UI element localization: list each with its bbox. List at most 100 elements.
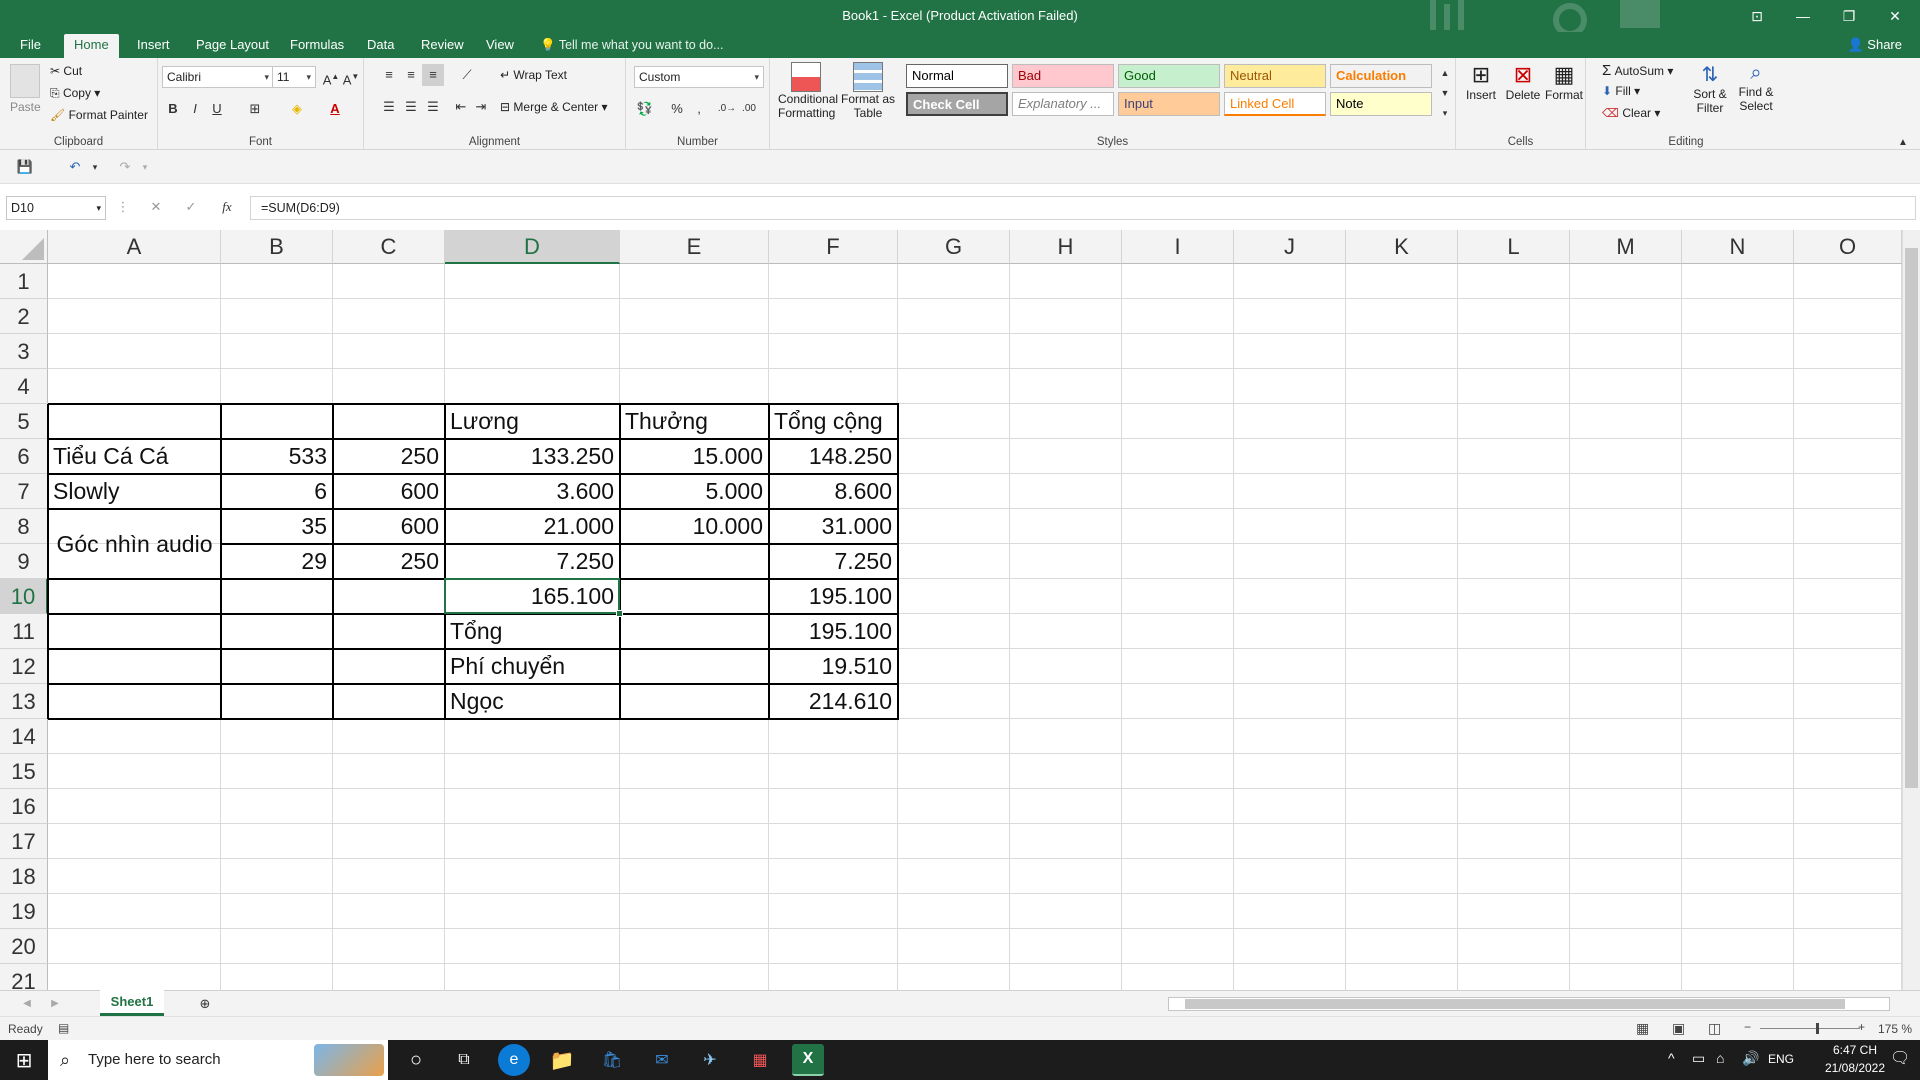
network-icon[interactable]: ⌂ — [1716, 1050, 1724, 1066]
confirm-entry-icon[interactable]: ✓ — [180, 196, 202, 218]
row-header-3[interactable]: 3 — [0, 334, 48, 369]
cell-a6[interactable]: Tiểu Cá Cá — [48, 439, 221, 474]
number-format-select[interactable]: Custom ▾ — [634, 66, 764, 88]
align-center-icon[interactable]: ☰ — [400, 96, 422, 118]
wrap-text-button[interactable]: ↵ Wrap Text — [500, 68, 567, 82]
row-header-13[interactable]: 13 — [0, 684, 48, 719]
fill-handle[interactable] — [616, 610, 623, 617]
style-explanatory[interactable]: Explanatory ... — [1012, 92, 1114, 116]
style-bad[interactable]: Bad — [1012, 64, 1114, 88]
row-header-9[interactable]: 9 — [0, 544, 48, 579]
decrease-indent-icon[interactable]: ⇤ — [450, 96, 472, 118]
zoom-slider[interactable] — [1760, 1023, 1860, 1034]
cell-d10[interactable]: 165.100 — [445, 579, 620, 614]
windows-start-icon[interactable]: ⊞ — [8, 1044, 40, 1076]
excel-taskbar-icon[interactable]: X — [792, 1044, 824, 1076]
insert-cells-button[interactable]: ⊞ Insert — [1462, 62, 1500, 102]
style-normal[interactable]: Normal — [906, 64, 1008, 88]
column-header-c[interactable]: C — [333, 230, 445, 264]
cell-f12[interactable]: 19.510 — [769, 649, 898, 684]
cell-c6[interactable]: 250 — [333, 439, 445, 474]
column-header-h[interactable]: H — [1010, 230, 1122, 264]
column-header-i[interactable]: I — [1122, 230, 1234, 264]
row-header-15[interactable]: 15 — [0, 754, 48, 789]
font-name-select[interactable]: Calibri ▾ — [162, 66, 274, 88]
cell-e8[interactable]: 10.000 — [620, 509, 769, 544]
tell-me-search[interactable]: 💡 Tell me what you want to do... — [540, 34, 724, 58]
redo-icon[interactable]: ↷ — [114, 156, 136, 178]
align-right-icon[interactable]: ☰ — [422, 96, 444, 118]
decrease-decimal-icon[interactable]: .00 — [738, 98, 760, 120]
tab-data[interactable]: Data — [357, 34, 404, 58]
font-size-select[interactable]: 11 ▾ — [272, 66, 316, 88]
edge-icon[interactable]: e — [498, 1044, 530, 1076]
comma-button[interactable]: , — [688, 98, 710, 120]
formula-input[interactable]: =SUM(D6:D9) — [250, 196, 1916, 220]
row-header-20[interactable]: 20 — [0, 929, 48, 964]
notifications-icon[interactable]: 🗨 — [1890, 1048, 1910, 1068]
gallery-more-icon[interactable]: ▾ — [1434, 102, 1456, 124]
scroll-sheets-right-icon[interactable]: ▶ — [44, 993, 66, 1015]
find-select-button[interactable]: ⌕ Find & Select — [1734, 62, 1778, 113]
zoom-slider-thumb[interactable] — [1816, 1023, 1819, 1034]
row-header-19[interactable]: 19 — [0, 894, 48, 929]
tab-home[interactable]: Home — [64, 34, 119, 58]
cancel-entry-icon[interactable]: ✕ — [145, 196, 167, 218]
cell-b7[interactable]: 6 — [221, 474, 333, 509]
clipboard-icon[interactable] — [10, 64, 40, 98]
copy-button[interactable]: ⎘ Copy ▾ — [50, 86, 100, 101]
cell-b9[interactable]: 29 — [221, 544, 333, 579]
undo-dropdown-icon[interactable]: ▾ — [84, 156, 106, 178]
format-cells-button[interactable]: ▦ Format — [1544, 62, 1584, 102]
cut-button[interactable]: ✂ Cut — [50, 64, 82, 78]
cortana-icon[interactable]: ○ — [400, 1044, 432, 1076]
tab-review[interactable]: Review — [411, 34, 474, 58]
cell-d8[interactable]: 21.000 — [445, 509, 620, 544]
italic-button[interactable]: I — [184, 98, 206, 120]
name-box[interactable]: D10 ▾ — [6, 196, 106, 220]
row-header-2[interactable]: 2 — [0, 299, 48, 334]
cell-b6[interactable]: 533 — [221, 439, 333, 474]
share-button[interactable]: 👤 Share — [1847, 34, 1902, 58]
cell-b8[interactable]: 35 — [221, 509, 333, 544]
media-app-icon[interactable]: ▦ — [744, 1044, 776, 1076]
column-header-j[interactable]: J — [1234, 230, 1346, 264]
align-left-icon[interactable]: ☰ — [378, 96, 400, 118]
cell-d5[interactable]: Lương — [445, 404, 620, 439]
style-check-cell[interactable]: Check Cell — [906, 92, 1008, 116]
page-break-view-icon[interactable]: ◫ — [1708, 1020, 1721, 1037]
name-box-dropdown-icon[interactable]: ▾ — [96, 197, 101, 219]
delete-cells-button[interactable]: ⊠ Delete — [1504, 62, 1542, 102]
column-header-a[interactable]: A — [48, 230, 221, 264]
redo-dropdown-icon[interactable]: ▾ — [134, 156, 156, 178]
cell-e6[interactable]: 15.000 — [620, 439, 769, 474]
cell-f10[interactable]: 195.100 — [769, 579, 898, 614]
close-button[interactable]: ✕ — [1872, 0, 1918, 32]
zoom-level[interactable]: 175 % — [1878, 1022, 1912, 1036]
cell-c8[interactable]: 600 — [333, 509, 445, 544]
row-header-6[interactable]: 6 — [0, 439, 48, 474]
orientation-icon[interactable]: ⟋ — [456, 64, 478, 86]
task-view-icon[interactable]: ⧉ — [448, 1044, 480, 1076]
cell-f7[interactable]: 8.600 — [769, 474, 898, 509]
normal-view-icon[interactable]: ▦ — [1636, 1020, 1649, 1037]
fill-color-icon[interactable]: ◈ — [286, 98, 308, 120]
paste-button[interactable]: Paste — [10, 100, 41, 114]
cell-f11[interactable]: 195.100 — [769, 614, 898, 649]
row-header-17[interactable]: 17 — [0, 824, 48, 859]
column-header-k[interactable]: K — [1346, 230, 1458, 264]
fill-button[interactable]: ⬇ Fill ▾ — [1602, 84, 1640, 98]
style-note[interactable]: Note — [1330, 92, 1432, 116]
format-as-table-button[interactable]: Format as Table — [840, 62, 896, 120]
row-header-10[interactable]: 10 — [0, 579, 48, 614]
vertical-scrollbar[interactable] — [1902, 230, 1920, 992]
autosum-button[interactable]: Σ AutoSum ▾ — [1602, 62, 1673, 79]
page-layout-view-icon[interactable]: ▣ — [1672, 1020, 1685, 1037]
bold-button[interactable]: B — [162, 98, 184, 120]
column-header-b[interactable]: B — [221, 230, 333, 264]
align-bottom-icon[interactable]: ≡ — [422, 64, 444, 86]
column-header-o[interactable]: O — [1794, 230, 1902, 264]
scroll-sheets-left-icon[interactable]: ◀ — [16, 993, 38, 1015]
column-header-f[interactable]: F — [769, 230, 898, 264]
column-header-m[interactable]: M — [1570, 230, 1682, 264]
